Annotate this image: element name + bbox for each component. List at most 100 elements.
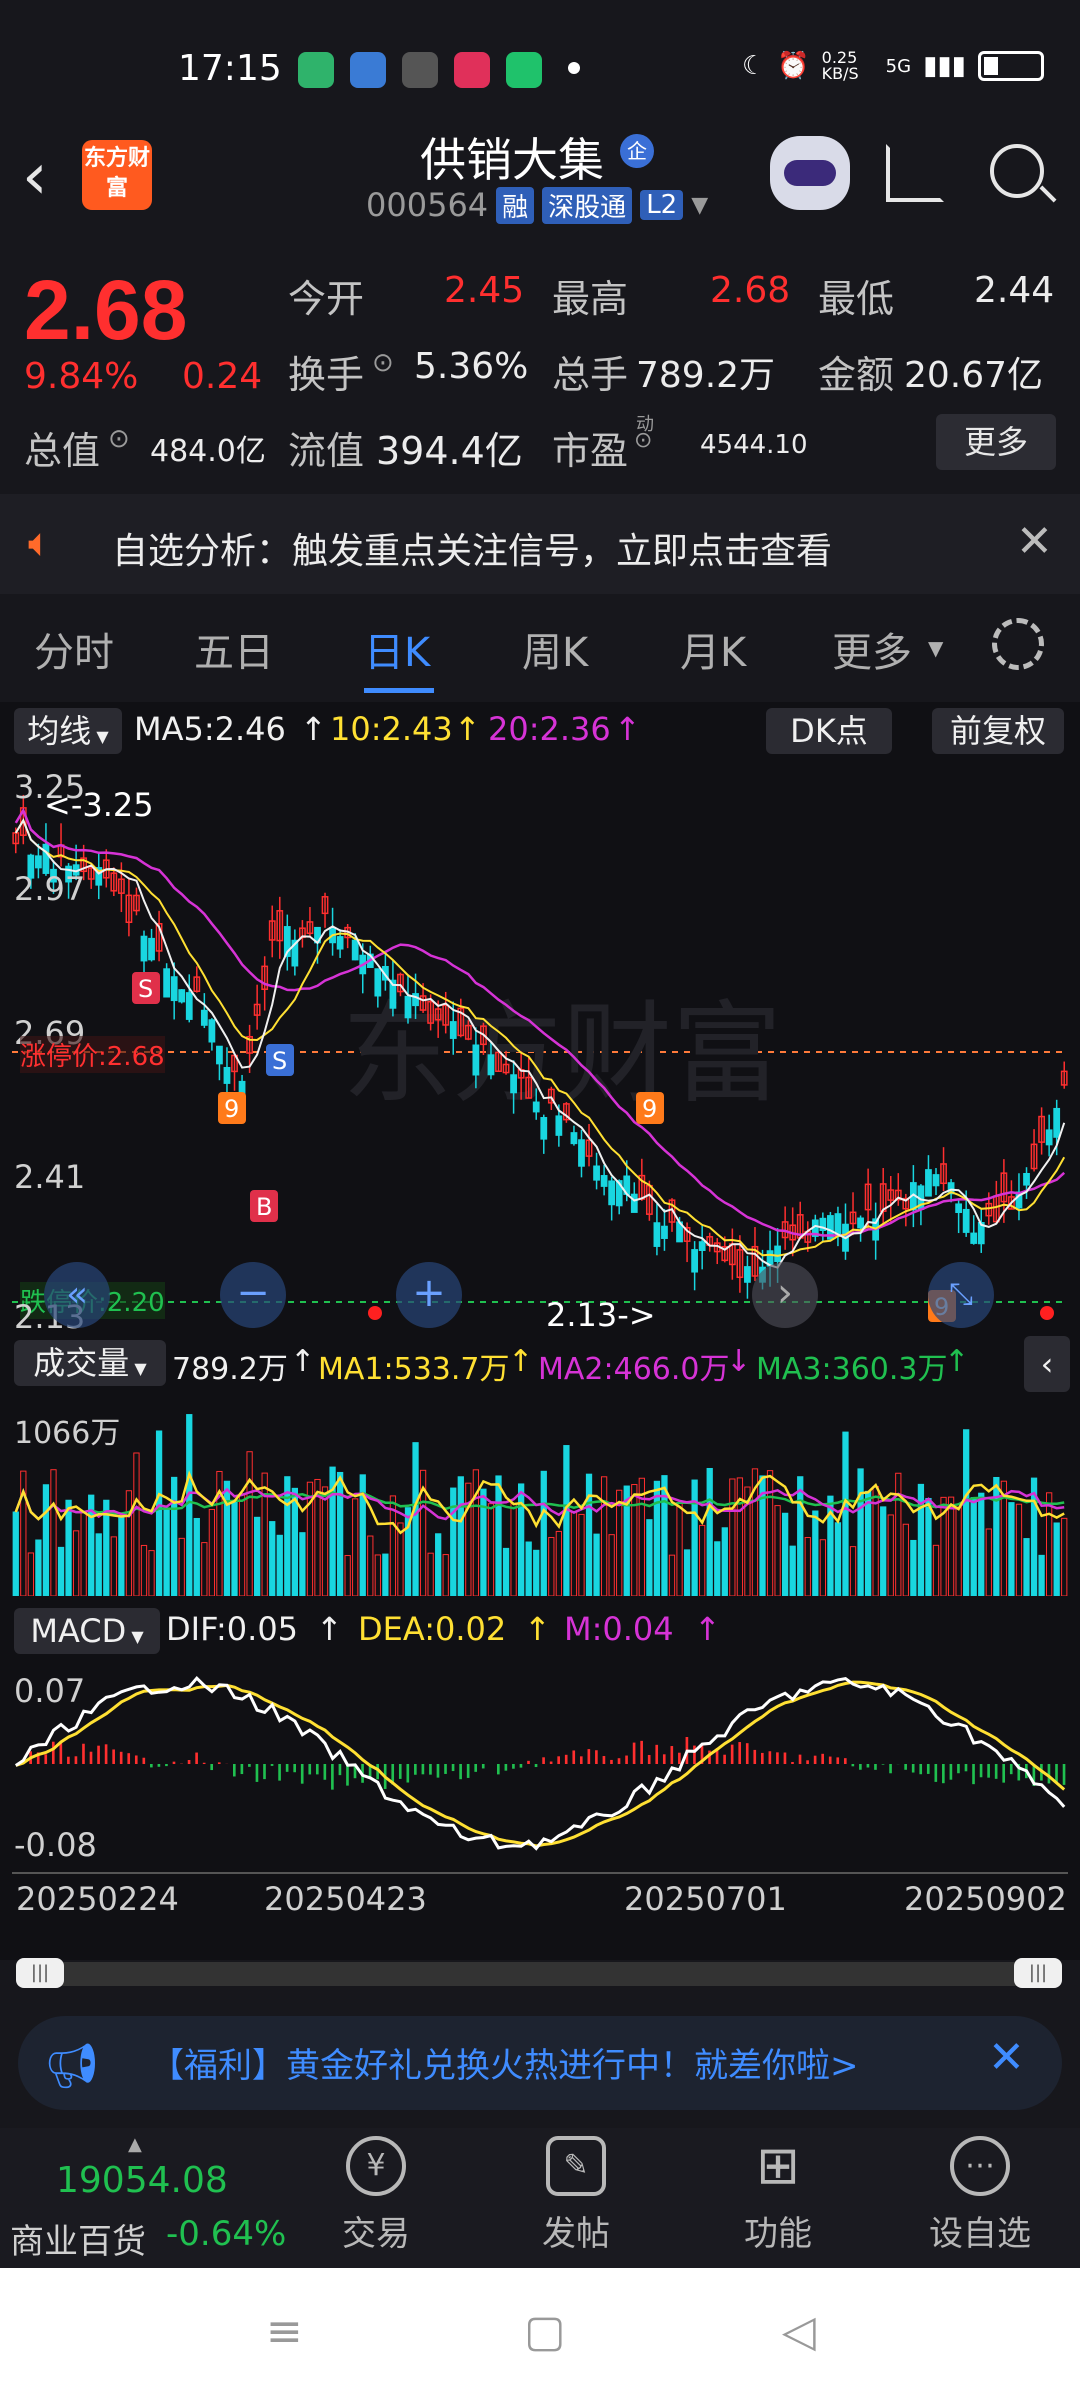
scrollbar-right-handle[interactable]: ||| — [1014, 1958, 1062, 1988]
share-icon[interactable] — [886, 144, 944, 202]
macd-bar — [949, 1764, 953, 1780]
macd-bar — [398, 1764, 402, 1779]
back-triangle-icon[interactable]: ◁ — [782, 2306, 816, 2357]
volume-bar — [600, 1476, 608, 1596]
tab-monthly-k[interactable]: 月K — [680, 620, 746, 678]
scrollbar-left-handle[interactable]: ||| — [16, 1958, 64, 1988]
macd-bar — [836, 1757, 840, 1764]
candle-body — [661, 1225, 668, 1239]
nav-add-watchlist[interactable]: ⋯ 设自选 — [910, 2136, 1050, 2255]
chevron-up-icon[interactable]: ▲ — [128, 2134, 142, 2155]
macd-bar — [987, 1764, 990, 1778]
macd-bar — [466, 1764, 470, 1778]
volume-bar — [910, 1539, 917, 1596]
volume-bar — [435, 1533, 442, 1596]
fullscreen-icon[interactable]: ⤡ — [928, 1262, 994, 1328]
tab-five-day[interactable]: 五日 — [194, 620, 274, 678]
macd-bar — [564, 1754, 568, 1764]
promo-text[interactable]: 【福利】黄金好礼兑换火热进行中！就差你啦> — [150, 2038, 950, 2087]
volume-bar — [42, 1484, 50, 1596]
back-button[interactable]: ‹ — [22, 140, 48, 214]
chart-scrollbar[interactable] — [16, 1962, 1062, 1986]
next-button[interactable]: › — [752, 1262, 818, 1328]
close-icon[interactable]: ✕ — [1016, 516, 1053, 567]
volume-bar — [472, 1469, 480, 1596]
volume-bar — [842, 1431, 849, 1596]
menu-icon[interactable]: ≡ — [266, 2306, 303, 2357]
tab-more[interactable]: 更多 — [832, 620, 912, 678]
macd-bar — [549, 1761, 553, 1764]
volume-bar — [849, 1546, 857, 1596]
nav-functions[interactable]: ⊞ 功能 — [708, 2136, 848, 2255]
candle-body — [834, 1213, 842, 1236]
volume-bar — [646, 1519, 653, 1596]
macd-chart[interactable] — [12, 1664, 1068, 1864]
volume-indicator-select[interactable]: 成交量 ▼ — [14, 1340, 166, 1386]
zoom-in-button[interactable]: + — [396, 1262, 462, 1328]
volume-bar — [804, 1537, 811, 1596]
macd-dea: DEA:0.02 — [358, 1610, 507, 1648]
macd-indicator-select[interactable]: MACD ▼ — [14, 1608, 160, 1654]
macd-bar — [134, 1755, 138, 1764]
macd-bar — [843, 1758, 847, 1764]
indicator-select[interactable]: 均线 ▼ — [14, 708, 122, 754]
stock-code-row[interactable]: 000564 融 深股通 L2 ▼ — [366, 186, 708, 224]
volume-bar — [80, 1511, 87, 1596]
macd-bar — [300, 1764, 304, 1784]
volume-bar — [208, 1508, 216, 1596]
tab-intraday[interactable]: 分时 — [34, 620, 114, 678]
volume-bar — [653, 1480, 661, 1596]
volume-bar — [65, 1499, 72, 1596]
macd-bar — [210, 1764, 214, 1771]
volume-bar — [284, 1476, 291, 1596]
turnover-value: 5.36% — [414, 346, 529, 387]
tab-daily-k[interactable]: 日K — [364, 620, 430, 678]
volume-chart[interactable] — [12, 1396, 1068, 1596]
limit-up-label: 涨停价:2.68 — [20, 1036, 165, 1073]
candle-body — [185, 992, 193, 1020]
tab-weekly-k[interactable]: 周K — [522, 620, 588, 678]
notice-text[interactable]: 自选分析：触发重点关注信号，立即点击查看 — [112, 522, 832, 574]
macd-bar — [1002, 1764, 1006, 1783]
macd-bar — [534, 1764, 538, 1768]
volume-bar — [336, 1471, 344, 1596]
speaker-icon: 🔈︎ — [28, 520, 52, 566]
ai-assistant-icon[interactable] — [770, 136, 850, 210]
macd-bar — [662, 1754, 666, 1764]
sector-index-value[interactable]: 19054.08 — [56, 2160, 228, 2201]
adjust-button[interactable]: 前复权 — [932, 708, 1064, 754]
search-icon[interactable] — [990, 144, 1044, 198]
nav-trade[interactable]: ¥ 交易 — [306, 2136, 446, 2255]
candle-body — [140, 935, 148, 962]
info-icon[interactable]: ⊙ — [108, 424, 130, 454]
zoom-left-button[interactable]: « — [44, 1262, 110, 1328]
macd-bar — [874, 1764, 877, 1770]
volume-bar — [1008, 1502, 1015, 1596]
macd-bar — [926, 1764, 930, 1774]
dk-point-button[interactable]: DK点 — [766, 708, 892, 754]
volume-bar — [548, 1537, 555, 1596]
gear-icon[interactable] — [992, 618, 1044, 670]
grid-icon: ⊞ — [756, 2136, 800, 2196]
macd-bar — [331, 1764, 334, 1790]
max-price-marker: <-3.25 — [44, 786, 154, 824]
ma10-value: 10:2.43 — [330, 710, 453, 748]
macd-bar — [67, 1756, 70, 1764]
kline-chart[interactable]: 东方财富 SSB999 — [12, 762, 1068, 1332]
sell-signal-text: S — [138, 975, 153, 1003]
sell-signal-text: S — [272, 1047, 287, 1075]
sector-index-name[interactable]: 商业百货 — [10, 2214, 146, 2263]
volume-bar — [947, 1496, 955, 1596]
nav-post[interactable]: ✎ 发帖 — [506, 2136, 646, 2255]
arrow-up-icon: ↑ — [290, 1344, 316, 1379]
home-icon[interactable]: ▢ — [524, 2306, 566, 2357]
close-icon[interactable]: ✕ — [988, 2032, 1025, 2083]
candle-body — [35, 855, 42, 869]
info-icon[interactable]: ⊙ — [634, 428, 652, 453]
macd-bar — [776, 1752, 779, 1764]
zoom-out-button[interactable]: − — [220, 1262, 286, 1328]
low-label: 最低 — [818, 277, 895, 321]
more-quote-button[interactable]: 更多 — [936, 414, 1056, 470]
collapse-panel-button[interactable]: ‹ — [1024, 1336, 1070, 1392]
info-icon[interactable]: ⊙ — [372, 348, 394, 378]
